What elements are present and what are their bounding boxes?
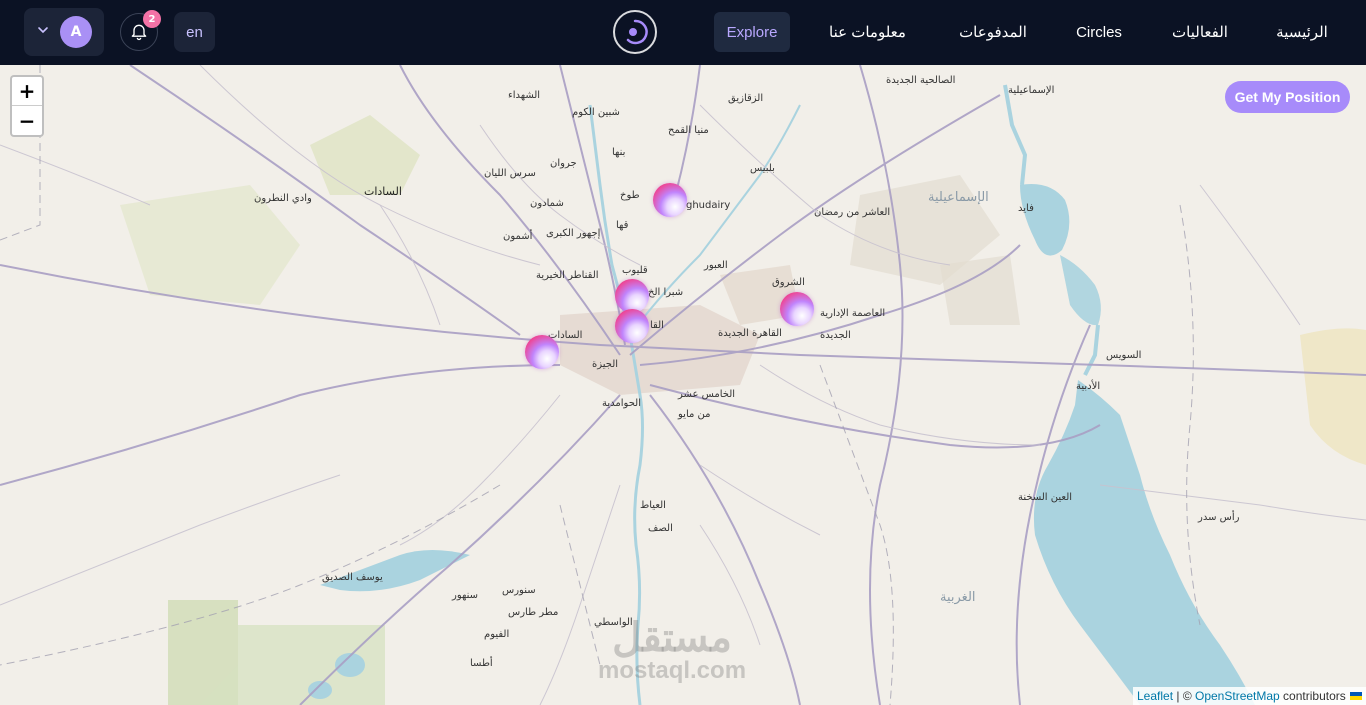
nav-payments[interactable]: المدفوعات — [950, 12, 1036, 52]
chevron-down-icon — [38, 27, 48, 34]
map-label: القاهرة الجديدة — [718, 328, 782, 339]
map-label: شبرا الخ — [648, 287, 684, 298]
map-label: ghudairy — [686, 200, 731, 211]
zoom-in-button[interactable]: + — [12, 77, 42, 106]
map-label: سنورس — [502, 585, 536, 596]
map-label: فايد — [1018, 203, 1034, 214]
map-label: الجيزة — [592, 359, 619, 370]
map-label: مطر طارس — [508, 607, 559, 618]
map-label: قليوب — [622, 265, 648, 276]
map-label: الشروق — [772, 277, 805, 288]
map-label: الحوامدية — [602, 398, 641, 409]
map-label: منيا القمح — [668, 125, 709, 136]
attribution-separator: | © — [1173, 689, 1195, 703]
map-label: إجهور الكبرى — [546, 228, 601, 239]
map-label: الصالحية الجديدة — [886, 75, 956, 86]
get-my-position-button[interactable]: Get My Position — [1225, 81, 1350, 113]
map-label: العياط — [640, 500, 666, 511]
map-label: شمادون — [530, 198, 564, 209]
zoom-control: + − — [10, 75, 44, 137]
map-label: طوخ — [620, 190, 640, 201]
map-label: الزقازيق — [728, 93, 764, 104]
notifications-button[interactable]: 2 — [120, 10, 161, 51]
map-label: الأدبية — [1076, 381, 1101, 392]
map-label: بلبيس — [750, 163, 775, 174]
nav-circles[interactable]: Circles — [1066, 12, 1132, 52]
attribution-contributors: contributors — [1279, 689, 1346, 703]
top-navbar: A 2 en Explore معلومات عنا المدفوعات Cir… — [0, 0, 1366, 65]
map-label: أطسا — [470, 658, 493, 669]
map-label: بنها — [612, 147, 626, 158]
map-label: الإسماعيلية — [1008, 85, 1055, 96]
watermark: مستقل mostaql.com — [598, 618, 746, 684]
map-label: سرس الليان — [484, 168, 536, 179]
language-switcher[interactable]: en — [174, 12, 215, 52]
zoom-out-button[interactable]: − — [12, 106, 42, 135]
map-label: الإسماعيلية — [928, 190, 989, 205]
map-label: من مايو — [678, 409, 711, 420]
map-label: الغربية — [940, 590, 976, 605]
nav-home[interactable]: الرئيسية — [1268, 12, 1336, 52]
watermark-url: mostaql.com — [598, 657, 747, 684]
map-label: الشهداء — [508, 90, 541, 101]
map-label: شبين الكوم — [572, 107, 620, 118]
map-marker[interactable] — [525, 335, 559, 369]
nav-about[interactable]: معلومات عنا — [820, 12, 915, 52]
map-label: الخامس عشر — [678, 389, 736, 400]
map-label: السويس — [1106, 350, 1142, 361]
map-label: العاشر من رمضان — [814, 207, 891, 218]
map-attribution: Leaflet | © OpenStreetMap contributors — [1133, 687, 1366, 705]
leaflet-link[interactable]: Leaflet — [1137, 689, 1173, 703]
map-tiles — [0, 65, 1366, 705]
map-label: سنهور — [452, 590, 479, 601]
map-label: القناطر الخيرية — [536, 270, 599, 281]
map-label: الجديدة — [820, 330, 851, 341]
map-label: جروان — [550, 158, 577, 169]
map-view[interactable]: الإسماعيلية الإسماعيلية الزقازيق الصالحي… — [0, 65, 1366, 705]
map-marker[interactable] — [780, 292, 814, 326]
map-label: وادي النطرون — [254, 193, 312, 204]
nav-explore[interactable]: Explore — [714, 12, 790, 52]
map-label: الفيوم — [484, 629, 510, 640]
ukraine-flag-icon — [1349, 692, 1362, 700]
notification-badge: 2 — [143, 10, 161, 28]
map-label: رأس سدر — [1198, 512, 1240, 523]
map-label: أشمون — [503, 231, 533, 242]
map-label: يوسف الصديق — [322, 572, 383, 583]
map-label: الصف — [648, 523, 673, 534]
map-label: قها — [616, 220, 629, 231]
map-label: القا — [650, 320, 664, 331]
map-label: السادات — [364, 185, 402, 198]
osm-link[interactable]: OpenStreetMap — [1195, 689, 1280, 703]
map-marker[interactable] — [615, 309, 649, 343]
logo-icon[interactable] — [612, 9, 658, 55]
user-menu-button[interactable]: A — [24, 8, 104, 56]
map-label: العين السخنة — [1018, 492, 1073, 503]
map-label: العبور — [704, 260, 728, 271]
map-label: العاصمة الإدارية — [820, 308, 886, 319]
map-marker[interactable] — [615, 279, 649, 313]
map-marker[interactable] — [653, 183, 687, 217]
watermark-arabic: مستقل — [612, 616, 732, 660]
avatar: A — [60, 16, 92, 48]
nav-events[interactable]: الفعاليات — [1162, 12, 1238, 52]
